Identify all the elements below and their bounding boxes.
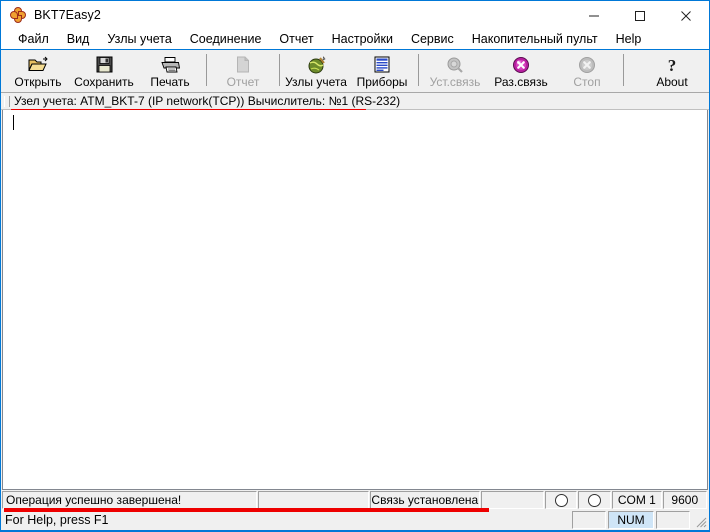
caps-indicator-panel <box>572 511 606 529</box>
status-bar: Операция успешно завершена! Связь устано… <box>1 490 709 512</box>
toolbar-button-devices[interactable]: Приборы <box>349 50 415 92</box>
toolbar-separator <box>418 54 419 86</box>
status-baud-panel: 9600 <box>662 491 708 509</box>
window-title: BKT7Easy2 <box>34 8 101 22</box>
status-message-panel: Операция успешно завершена! <box>2 491 258 509</box>
stop-x-icon <box>578 55 596 74</box>
menu-item-connection[interactable]: Соединение <box>181 30 271 48</box>
menu-item-report[interactable]: Отчет <box>270 30 322 48</box>
toolbar-button-nodes[interactable]: Узлы учета <box>283 50 349 92</box>
scroll-indicator-panel <box>656 511 690 529</box>
close-button[interactable] <box>663 1 709 30</box>
menu-item-file[interactable]: Файл <box>9 30 58 48</box>
menu-item-storage-panel[interactable]: Накопительный пульт <box>463 30 607 48</box>
status-bar-red-underline <box>4 508 489 512</box>
hint-text: For Help, press F1 <box>5 513 109 527</box>
connect-search-icon <box>446 55 464 74</box>
disconnect-x-icon <box>512 55 530 74</box>
menu-item-help[interactable]: Help <box>607 30 651 48</box>
application-window: BKT7Easy2 Файл Вид Узлы учета Соединение… <box>0 0 710 532</box>
status-empty-panel-2 <box>480 491 544 509</box>
info-bar: Узел учета: ATM_BKT-7 (IP network(TCP)) … <box>1 93 709 110</box>
toolbar: Открыть Сохранить Печать Отчет Узлы учет… <box>1 50 709 93</box>
help-question-icon: ? <box>664 55 680 74</box>
floppy-save-icon <box>96 55 113 74</box>
toolbar-label-report: Отчет <box>226 75 260 89</box>
status-port-panel: COM 1 <box>612 491 662 509</box>
toolbar-label-connect: Уст.связь <box>429 75 481 89</box>
resize-grip[interactable] <box>692 511 708 529</box>
menu-bar: Файл Вид Узлы учета Соединение Отчет Нас… <box>1 29 709 50</box>
flower-app-icon <box>10 7 26 23</box>
toolbar-button-about[interactable]: ? About <box>639 50 705 92</box>
title-bar: BKT7Easy2 <box>1 0 709 29</box>
led-tx-indicator <box>588 493 602 507</box>
toolbar-button-save[interactable]: Сохранить <box>71 50 137 92</box>
toolbar-separator <box>206 54 207 86</box>
toolbar-label-devices: Приборы <box>356 75 408 89</box>
toolbar-label-nodes: Узлы учета <box>285 75 347 89</box>
toolbar-button-disconnect[interactable]: Раз.связь <box>488 50 554 92</box>
svg-text:?: ? <box>668 56 677 74</box>
toolbar-button-stop[interactable]: Стоп <box>554 50 620 92</box>
status-empty-panel-1 <box>258 491 370 509</box>
toolbar-button-open[interactable]: Открыть <box>5 50 71 92</box>
toolbar-button-report[interactable]: Отчет <box>210 50 276 92</box>
hint-status-bar: For Help, press F1 NUM <box>1 510 709 531</box>
num-indicator-panel: NUM <box>608 511 654 529</box>
printer-icon <box>160 55 181 74</box>
client-area[interactable] <box>2 110 708 490</box>
toolbar-label-about: About <box>656 75 688 89</box>
toolbar-label-print: Печать <box>150 75 190 89</box>
info-bar-wrapper: Узел учета: ATM_BKT-7 (IP network(TCP)) … <box>1 93 709 113</box>
window-controls <box>571 1 709 30</box>
minimize-button[interactable] <box>571 1 617 30</box>
text-caret <box>13 115 14 130</box>
status-led-rx-panel <box>544 491 578 509</box>
info-bar-grip[interactable] <box>4 95 10 107</box>
toolbar-label-stop: Стоп <box>573 75 601 89</box>
globe-icon <box>307 55 326 74</box>
open-folder-icon <box>28 55 48 74</box>
led-rx-indicator <box>554 493 568 507</box>
toolbar-label-disconnect: Раз.связь <box>494 75 548 89</box>
info-bar-text: Узел учета: ATM_BKT-7 (IP network(TCP)) … <box>14 94 401 108</box>
toolbar-label-save: Сохранить <box>74 75 134 89</box>
maximize-button[interactable] <box>617 1 663 30</box>
toolbar-label-open: Открыть <box>14 75 62 89</box>
status-connection-panel: Связь установлена <box>370 491 480 509</box>
toolbar-separator <box>623 54 624 86</box>
document-icon <box>236 55 250 74</box>
menu-item-view[interactable]: Вид <box>58 30 99 48</box>
toolbar-button-connect[interactable]: Уст.связь <box>422 50 488 92</box>
menu-item-nodes[interactable]: Узлы учета <box>98 30 180 48</box>
toolbar-button-print[interactable]: Печать <box>137 50 203 92</box>
device-list-icon <box>374 55 390 74</box>
toolbar-separator <box>279 54 280 86</box>
status-led-tx-panel <box>578 491 612 509</box>
menu-item-settings[interactable]: Настройки <box>323 30 402 48</box>
menu-item-service[interactable]: Сервис <box>402 30 463 48</box>
